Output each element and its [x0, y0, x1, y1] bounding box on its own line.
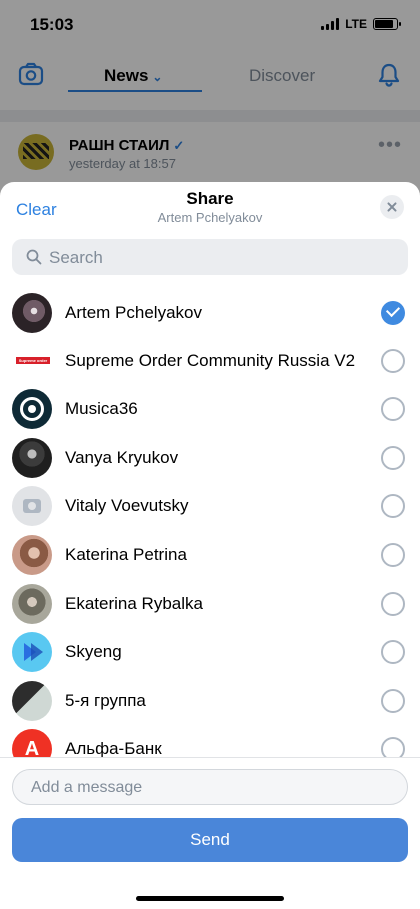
camera-placeholder-icon	[23, 499, 41, 513]
contact-name: Supreme Order Community Russia V2	[65, 351, 356, 370]
checkbox-icon[interactable]	[381, 737, 405, 757]
contact-alfa-bank[interactable]: A Альфа-Банк	[0, 725, 420, 757]
contact-name: Альфа-Банк	[65, 739, 162, 757]
contact-vanya-kryukov[interactable]: Vanya Kryukov	[0, 434, 420, 482]
checkbox-icon[interactable]	[381, 689, 405, 713]
contact-name: 5-я группа	[65, 691, 146, 710]
contact-list[interactable]: Artem Pchelyakov Supreme order Supreme O…	[0, 287, 420, 757]
checkbox-icon[interactable]	[381, 349, 405, 373]
contact-skyeng[interactable]: Skyeng	[0, 628, 420, 676]
contact-ekaterina-rybalka[interactable]: Ekaterina Rybalka	[0, 580, 420, 628]
message-field[interactable]: Add a message	[12, 769, 408, 805]
contact-artem-pchelyakov[interactable]: Artem Pchelyakov	[0, 289, 420, 337]
contact-musica36[interactable]: Musica36	[0, 385, 420, 433]
sheet-subtitle: Artem Pchelyakov	[157, 210, 263, 225]
search-icon	[26, 249, 42, 265]
send-button[interactable]: Send	[12, 818, 408, 862]
contact-supreme-order[interactable]: Supreme order Supreme Order Community Ru…	[0, 337, 420, 385]
avatar	[12, 438, 52, 478]
contact-name: Artem Pchelyakov	[65, 303, 202, 322]
contact-name: Musica36	[65, 399, 138, 418]
checkbox-icon[interactable]	[381, 543, 405, 567]
contact-name: Skyeng	[65, 642, 122, 661]
close-icon[interactable]	[380, 195, 404, 219]
avatar	[12, 681, 52, 721]
contact-vitaly-voevutsky[interactable]: Vitaly Voevutsky	[0, 482, 420, 530]
home-indicator	[136, 896, 284, 901]
avatar	[12, 486, 52, 526]
checkbox-icon[interactable]	[381, 446, 405, 470]
avatar	[12, 632, 52, 672]
contact-name: Vanya Kryukov	[65, 448, 179, 467]
contact-name: Vitaly Voevutsky	[65, 496, 189, 515]
search-input[interactable]: Search	[12, 239, 408, 275]
search-placeholder: Search	[49, 248, 103, 267]
checkbox-icon[interactable]	[381, 494, 405, 518]
avatar: Supreme order	[12, 341, 52, 381]
avatar	[12, 535, 52, 575]
share-sheet-header: Clear Share Artem Pchelyakov	[0, 182, 420, 232]
checkbox-icon[interactable]	[381, 640, 405, 664]
checkbox-checked-icon[interactable]	[381, 301, 405, 325]
message-placeholder: Add a message	[31, 779, 143, 796]
contact-katerina-petrina[interactable]: Katerina Petrina	[0, 531, 420, 579]
contact-5-group[interactable]: 5-я группа	[0, 677, 420, 725]
divider	[0, 757, 420, 758]
avatar	[12, 293, 52, 333]
checkbox-icon[interactable]	[381, 397, 405, 421]
avatar	[12, 389, 52, 429]
avatar: A	[12, 729, 52, 757]
avatar	[12, 584, 52, 624]
checkbox-icon[interactable]	[381, 592, 405, 616]
supreme-logo: Supreme order	[16, 357, 50, 364]
contact-name: Katerina Petrina	[65, 545, 187, 564]
sheet-title: Share	[186, 189, 234, 208]
contact-name: Ekaterina Rybalka	[65, 594, 203, 613]
share-sheet: Clear Share Artem Pchelyakov Search Arte…	[0, 182, 420, 909]
